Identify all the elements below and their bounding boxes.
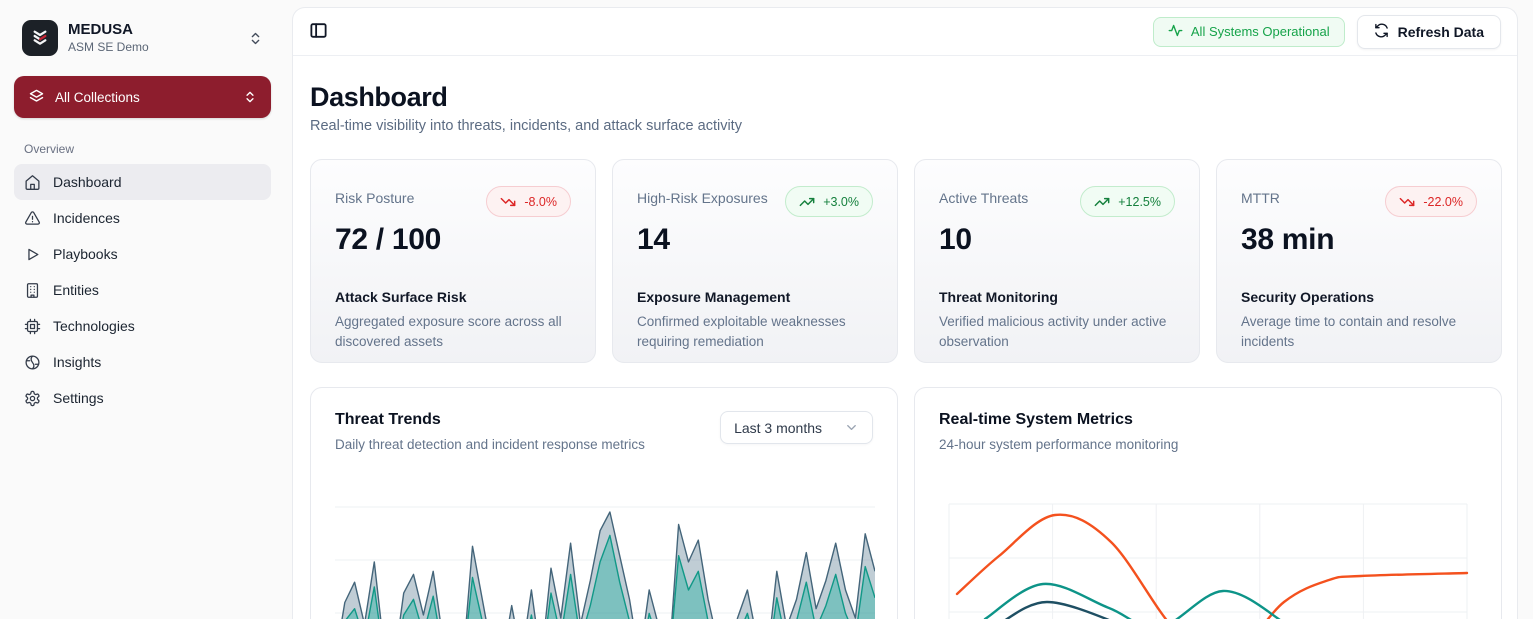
chart-title: Real-time System Metrics (939, 411, 1178, 429)
sidebar-item-technologies[interactable]: Technologies (14, 308, 271, 344)
sidebar-toggle-button[interactable] (309, 21, 328, 43)
nav-section-label: Overview (24, 142, 271, 156)
delta-value: +12.5% (1118, 195, 1161, 209)
page-title: Dashboard (310, 82, 1502, 113)
stat-label: Active Threats (939, 186, 1028, 206)
chart-subtitle: Daily threat detection and incident resp… (335, 437, 645, 452)
main-panel: All Systems Operational Refresh Data Das… (293, 8, 1517, 619)
trending-down-icon (1399, 194, 1415, 210)
page-subtitle: Real-time visibility into threats, incid… (310, 118, 1502, 134)
sidebar-nav: Dashboard Incidences Playbooks Entities (14, 164, 271, 416)
sidebar-item-label: Settings (53, 390, 104, 406)
building-icon (24, 282, 41, 299)
threat-trends-chart (335, 472, 873, 619)
play-icon (24, 246, 41, 263)
stat-value: 14 (637, 223, 873, 257)
stat-card-mttr: MTTR -22.0% 38 min Security Operations A… (1216, 159, 1502, 363)
trending-up-icon (1094, 194, 1110, 210)
stat-label: Risk Posture (335, 186, 414, 206)
stat-value: 10 (939, 223, 1175, 257)
sidebar-item-incidences[interactable]: Incidences (14, 200, 271, 236)
medusa-chevrons-icon (28, 26, 52, 50)
refresh-button-label: Refresh Data (1398, 24, 1484, 40)
topbar: All Systems Operational Refresh Data (293, 8, 1517, 56)
alert-triangle-icon (24, 210, 41, 227)
status-badge[interactable]: All Systems Operational (1153, 17, 1345, 47)
cpu-icon (24, 318, 41, 335)
stats-row: Risk Posture -8.0% 72 / 100 Attack Surfa… (310, 159, 1502, 363)
system-metrics-chart (939, 472, 1477, 619)
gear-icon (24, 390, 41, 407)
stat-card-active-threats: Active Threats +12.5% 10 Threat Monitori… (914, 159, 1200, 363)
delta-badge: +3.0% (785, 186, 873, 217)
sidebar-item-insights[interactable]: Insights (14, 344, 271, 380)
stat-card-risk-posture: Risk Posture -8.0% 72 / 100 Attack Surfa… (310, 159, 596, 363)
chart-title: Threat Trends (335, 411, 645, 429)
stat-subtitle: Exposure Management (637, 289, 873, 305)
sidebar-item-label: Entities (53, 282, 99, 298)
delta-value: +3.0% (823, 195, 859, 209)
stat-subtitle: Threat Monitoring (939, 289, 1175, 305)
brain-icon (24, 354, 41, 371)
refresh-button[interactable]: Refresh Data (1357, 15, 1501, 49)
sidebar-item-label: Playbooks (53, 246, 118, 262)
activity-icon (1168, 23, 1183, 41)
stat-subtitle: Security Operations (1241, 289, 1477, 305)
dashboard-content: Dashboard Real-time visibility into thre… (293, 56, 1517, 619)
chevrons-up-down-icon (243, 90, 257, 104)
stat-value: 38 min (1241, 223, 1477, 257)
refresh-icon (1374, 23, 1389, 41)
team-subtitle: ASM SE Demo (68, 41, 238, 55)
sidebar-item-label: Dashboard (53, 174, 122, 190)
stat-card-high-risk-exposures: High-Risk Exposures +3.0% 14 Exposure Ma… (612, 159, 898, 363)
sidebar-item-label: Insights (53, 354, 101, 370)
charts-row: Threat Trends Daily threat detection and… (310, 387, 1502, 619)
layers-icon (28, 89, 45, 106)
range-select[interactable]: Last 3 months (720, 411, 873, 444)
system-metrics-card: Real-time System Metrics 24-hour system … (914, 387, 1502, 619)
stat-subtitle: Attack Surface Risk (335, 289, 571, 305)
team-name: MEDUSA (68, 21, 238, 38)
chevrons-up-down-icon (248, 31, 263, 46)
status-badge-label: All Systems Operational (1191, 24, 1330, 39)
stat-value: 72 / 100 (335, 223, 571, 257)
delta-badge: +12.5% (1080, 186, 1175, 217)
chart-subtitle: 24-hour system performance monitoring (939, 437, 1178, 452)
threat-trends-card: Threat Trends Daily threat detection and… (310, 387, 898, 619)
stat-description: Verified malicious activity under active… (939, 312, 1175, 353)
stat-description: Aggregated exposure score across all dis… (335, 312, 571, 353)
panel-left-icon (309, 21, 328, 43)
stat-description: Average time to contain and resolve inci… (1241, 312, 1477, 353)
app: MEDUSA ASM SE Demo All Collections Overv… (0, 0, 1533, 619)
delta-badge: -22.0% (1385, 186, 1477, 217)
sidebar-item-settings[interactable]: Settings (14, 380, 271, 416)
medusa-logo (22, 20, 58, 56)
trending-up-icon (799, 194, 815, 210)
home-icon (24, 174, 41, 191)
sidebar-item-label: Technologies (53, 318, 135, 334)
team-switcher[interactable]: MEDUSA ASM SE Demo (14, 14, 271, 62)
collections-selector[interactable]: All Collections (14, 76, 271, 118)
range-select-value: Last 3 months (734, 420, 822, 436)
sidebar: MEDUSA ASM SE Demo All Collections Overv… (0, 0, 285, 619)
delta-badge: -8.0% (486, 186, 571, 217)
delta-value: -22.0% (1423, 195, 1463, 209)
sidebar-item-entities[interactable]: Entities (14, 272, 271, 308)
sidebar-item-label: Incidences (53, 210, 120, 226)
chevron-down-icon (844, 420, 859, 435)
trending-down-icon (500, 194, 516, 210)
sidebar-item-playbooks[interactable]: Playbooks (14, 236, 271, 272)
sidebar-item-dashboard[interactable]: Dashboard (14, 164, 271, 200)
stat-label: MTTR (1241, 186, 1280, 206)
stat-description: Confirmed exploitable weaknesses requiri… (637, 312, 873, 353)
collections-label: All Collections (55, 90, 233, 105)
delta-value: -8.0% (524, 195, 557, 209)
stat-label: High-Risk Exposures (637, 186, 768, 206)
